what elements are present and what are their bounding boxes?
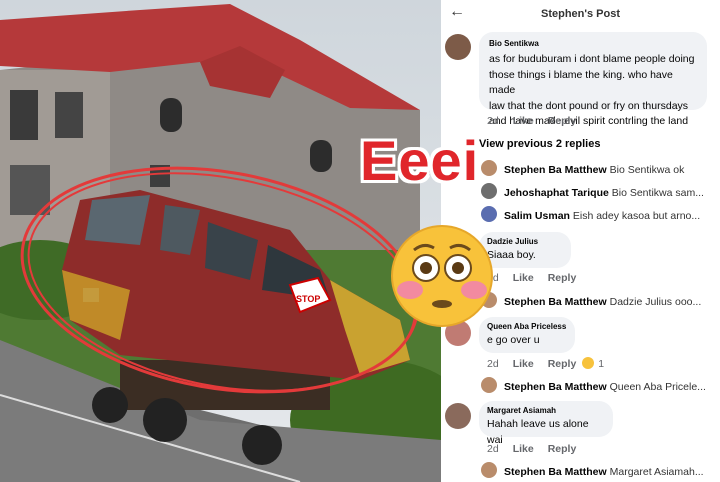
avatar[interactable]	[445, 34, 471, 60]
page-title: Stephen's Post	[540, 8, 621, 20]
comment-author[interactable]: Queen Aba Priceless	[487, 322, 567, 331]
like-button[interactable]: Like	[513, 358, 534, 370]
like-button[interactable]: Like	[513, 115, 534, 127]
comment-meta: 2d Like Reply	[487, 115, 590, 127]
svg-text:STOP: STOP	[296, 294, 320, 304]
comment-time: 2d	[487, 443, 499, 455]
comment-author[interactable]: Dadzie Julius	[487, 237, 563, 246]
comment-meta: 2d Like Reply	[487, 443, 590, 455]
avatar[interactable]	[481, 160, 497, 176]
comment-time: 2d	[487, 115, 499, 127]
comment-meta: 2dLikeReply	[487, 272, 590, 284]
reply-button[interactable]: Reply	[548, 115, 577, 127]
comment-time: 2d	[487, 358, 499, 370]
reply-item[interactable]: Stephen Ba Matthew Margaret Asiamah...	[504, 466, 704, 478]
reaction-count: 1	[598, 358, 605, 370]
reply-item[interactable]: Stephen Ba Matthew Dadzie Julius ooo...	[504, 296, 701, 308]
avatar[interactable]	[481, 206, 497, 222]
avatar[interactable]	[481, 462, 497, 478]
reply-button[interactable]: Reply	[548, 358, 577, 370]
post-photo[interactable]: STOP	[0, 0, 441, 482]
comment-author[interactable]: Bio Sentikwa	[489, 39, 697, 48]
post-header: ← Stephen's Post	[441, 0, 720, 28]
laughing-reaction-icon[interactable]	[582, 357, 595, 369]
view-previous-replies[interactable]: View previous 2 replies	[479, 138, 600, 150]
comment-bubble: Margaret Asiamah Hahah leave us alone wa…	[479, 401, 613, 446]
like-button[interactable]: Like	[513, 272, 534, 284]
reply-item[interactable]: Jehoshaphat Tarique Bio Sentikwa sam...	[504, 187, 704, 199]
comment-bubble: Bio Sentikwa as for buduburam i dont bla…	[479, 32, 707, 127]
avatar[interactable]	[481, 377, 497, 393]
reply-button[interactable]: Reply	[548, 443, 577, 455]
comment-meta: 2d Like Reply 1	[487, 357, 604, 370]
comment-text: Siaaa boy.	[487, 249, 536, 261]
flushed-face-emoji	[390, 224, 494, 328]
overlay-text: Eeei	[360, 129, 480, 192]
reply-item[interactable]: Salim Usman Eish adey kasoa but arno...	[504, 210, 700, 222]
comment-text: e go over u	[487, 334, 540, 346]
reply-item[interactable]: Stephen Ba Matthew Bio Sentikwa ok	[504, 164, 684, 176]
avatar[interactable]	[445, 403, 471, 429]
like-button[interactable]: Like	[513, 443, 534, 455]
comment-author[interactable]: Margaret Asiamah	[487, 406, 605, 415]
avatar[interactable]	[481, 183, 497, 199]
reply-button[interactable]: Reply	[548, 272, 577, 284]
reply-item[interactable]: Stephen Ba Matthew Queen Aba Pricele...	[504, 381, 706, 393]
